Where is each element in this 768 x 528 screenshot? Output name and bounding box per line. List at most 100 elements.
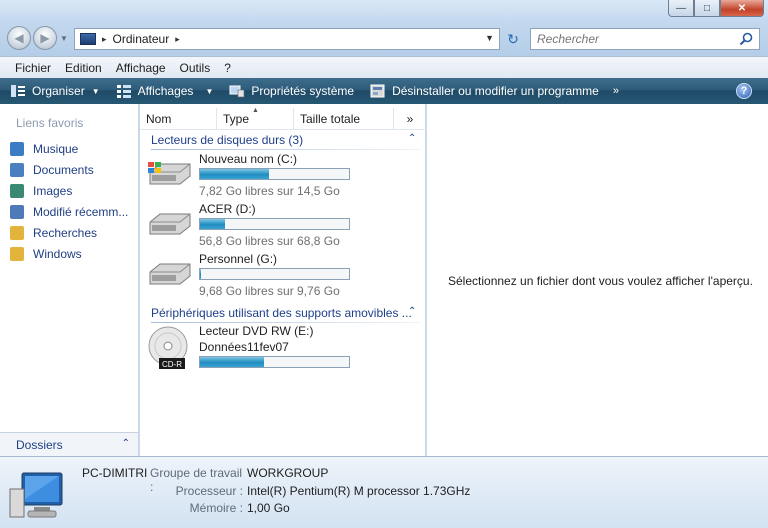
refresh-icon: ↻ — [507, 30, 519, 47]
group-header-hard-drives[interactable]: Lecteurs de disques durs (3) — [151, 131, 303, 149]
detail-value: Intel(R) Pentium(R) M processor 1.73GHz — [247, 484, 471, 498]
drive-usage-fill — [200, 269, 202, 279]
uninstall-program-label: Désinstaller ou modifier un programme — [392, 84, 599, 98]
chevron-up-icon: ⌃ — [121, 438, 130, 449]
more-columns-button[interactable]: » — [394, 108, 426, 130]
organize-icon — [11, 85, 25, 97]
search-folder-icon — [10, 225, 24, 240]
drive-usage-bar — [199, 218, 350, 230]
column-header-label: Type — [223, 111, 250, 126]
system-properties-icon — [229, 85, 245, 98]
back-button[interactable]: ◀ — [7, 26, 31, 50]
menu-fichier[interactable]: Fichier — [8, 61, 58, 75]
preview-message: Sélectionnez un fichier dont vous voulez… — [448, 274, 753, 288]
drive-item-d[interactable]: ACER (D:) 56,8 Go libres sur 68,8 Go — [148, 202, 418, 250]
navigation-pane: Liens favoris Musique Documents Images M… — [0, 104, 139, 456]
column-headers: Nom Type Taille totale » ▲ — [140, 107, 426, 130]
help-icon: ? — [740, 85, 748, 97]
search-box[interactable] — [530, 28, 760, 50]
detail-label: Mémoire : — [189, 501, 243, 515]
drive-usage-bar — [199, 268, 350, 280]
drive-item-e[interactable]: CD-R Lecteur DVD RW (E:) Données11fev07 — [148, 324, 418, 372]
group-divider — [151, 149, 421, 150]
breadcrumb-separator-icon[interactable]: ▸ — [175, 34, 180, 45]
favorite-link-recherches[interactable]: Recherches — [10, 222, 128, 243]
organize-button[interactable]: Organiser ▼ — [10, 84, 100, 98]
drive-item-g[interactable]: Personnel (G:) 9,68 Go libres sur 9,76 G… — [148, 252, 418, 300]
uninstall-program-button[interactable]: Désinstaller ou modifier un programme — [370, 84, 599, 98]
recent-icon — [10, 204, 24, 219]
navigation-row: ◀ ▶ ▼ ▸ Ordinateur ▸ ▼ ↻ — [0, 26, 768, 52]
sort-indicator-icon: ▲ — [252, 107, 259, 114]
menu-edition[interactable]: Edition — [58, 61, 109, 75]
dvd-drive-icon: CD-R — [148, 326, 188, 369]
menu-affichage[interactable]: Affichage — [109, 61, 173, 75]
drive-usage-fill — [200, 169, 269, 179]
images-icon — [10, 183, 24, 198]
views-label: Affichages — [137, 84, 194, 98]
computer-icon — [80, 33, 96, 45]
folders-label: Dossiers — [16, 437, 63, 452]
drive-item-c[interactable]: Nouveau nom (C:) 7,82 Go libres sur 14,5… — [148, 152, 418, 200]
column-header-size[interactable]: Taille totale — [294, 107, 394, 130]
more-commands-button[interactable]: » — [613, 85, 619, 97]
documents-icon — [10, 162, 24, 177]
favorite-link-recent[interactable]: Modifié récemm... — [10, 201, 128, 222]
folders-toggle[interactable]: Dossiers ⌃ — [0, 432, 138, 456]
system-properties-button[interactable]: Propriétés système — [229, 84, 354, 98]
drive-name: Lecteur DVD RW (E:) — [199, 324, 314, 338]
system-properties-label: Propriétés système — [251, 84, 355, 98]
favorite-links-list: Musique Documents Images Modifié récemm.… — [10, 138, 128, 264]
details-pane: PC-DIMITRI Groupe de travail : WORKGROUP… — [0, 456, 768, 528]
favorite-link-label: Documents — [33, 162, 94, 177]
breadcrumb-separator-icon[interactable]: ▸ — [102, 34, 107, 45]
address-bar[interactable]: ▸ Ordinateur ▸ ▼ — [74, 28, 500, 50]
drive-usage-fill — [200, 219, 226, 229]
menu-bar: Fichier Edition Affichage Outils ? — [0, 56, 768, 78]
folder-icon — [10, 246, 24, 261]
favorite-link-documents[interactable]: Documents — [10, 159, 128, 180]
cd-r-badge: CD-R — [162, 360, 182, 369]
recent-pages-dropdown[interactable]: ▼ — [60, 34, 68, 43]
drive-media-label: Données11fev07 — [199, 340, 289, 354]
favorite-link-label: Recherches — [33, 225, 98, 240]
menu-help[interactable]: ? — [217, 61, 238, 75]
drive-free-space: 56,8 Go libres sur 68,8 Go — [199, 234, 340, 248]
drive-free-space: 9,68 Go libres sur 9,76 Go — [199, 284, 340, 298]
address-dropdown-icon[interactable]: ▼ — [485, 33, 494, 43]
chevron-up-icon[interactable]: ⌃ — [408, 133, 416, 144]
favorite-link-musique[interactable]: Musique — [10, 138, 128, 159]
forward-button[interactable]: ▶ — [33, 26, 57, 50]
favorite-link-label: Images — [33, 183, 73, 198]
forward-arrow-icon: ▶ — [40, 31, 50, 45]
chevron-up-icon[interactable]: ⌃ — [408, 306, 416, 317]
group-title: Périphériques utilisant des supports amo… — [151, 306, 412, 320]
favorite-links-title: Liens favoris — [16, 116, 84, 130]
close-button[interactable]: ✕ — [720, 0, 764, 17]
menu-outils[interactable]: Outils — [173, 61, 218, 75]
minimize-button[interactable]: — — [668, 0, 694, 17]
help-button[interactable]: ? — [736, 83, 752, 99]
column-header-name[interactable]: Nom — [140, 107, 217, 130]
breadcrumb-location[interactable]: Ordinateur — [113, 32, 170, 46]
hard-drive-icon — [149, 263, 191, 285]
group-header-removable[interactable]: Périphériques utilisant des supports amo… — [151, 304, 412, 322]
preview-pane: Sélectionnez un fichier dont vous voulez… — [427, 104, 768, 456]
hard-drive-icon — [149, 213, 191, 235]
detail-label: Processeur : — [175, 484, 243, 498]
file-list-pane: Nom Type Taille totale » ▲ Lecteurs de d… — [140, 104, 426, 456]
maximize-button[interactable]: □ — [694, 0, 720, 17]
favorite-link-images[interactable]: Images — [10, 180, 128, 201]
chevron-down-icon: ▼ — [205, 86, 214, 96]
search-icon[interactable] — [739, 32, 753, 46]
refresh-button[interactable]: ↻ — [502, 30, 524, 48]
drive-usage-bar — [199, 168, 350, 180]
column-header-label: Nom — [146, 111, 172, 126]
more-columns-icon: » — [406, 111, 414, 126]
drive-name: Nouveau nom (C:) — [199, 152, 298, 166]
computer-icon — [9, 472, 63, 518]
search-input[interactable] — [537, 32, 727, 46]
drive-usage-fill — [200, 357, 265, 367]
views-button[interactable]: Affichages ▼ — [116, 84, 214, 98]
favorite-link-windows[interactable]: Windows — [10, 243, 128, 264]
